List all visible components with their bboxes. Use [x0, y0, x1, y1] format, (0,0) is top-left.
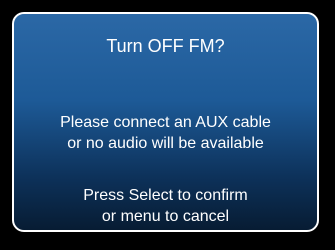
instruction-line: Press Select to confirm — [83, 187, 248, 204]
message-line: or no audio will be available — [67, 135, 264, 152]
dialog-message: Please connect an AUX cable or no audio … — [14, 112, 317, 154]
confirm-dialog: Turn OFF FM? Please connect an AUX cable… — [12, 12, 319, 232]
instruction-line: or menu to cancel — [101, 208, 230, 225]
dialog-instructions: Press Select to confirm or menu to cance… — [14, 185, 317, 227]
dialog-title: Turn OFF FM? — [106, 36, 225, 56]
message-line: Please connect an AUX cable — [60, 114, 271, 131]
